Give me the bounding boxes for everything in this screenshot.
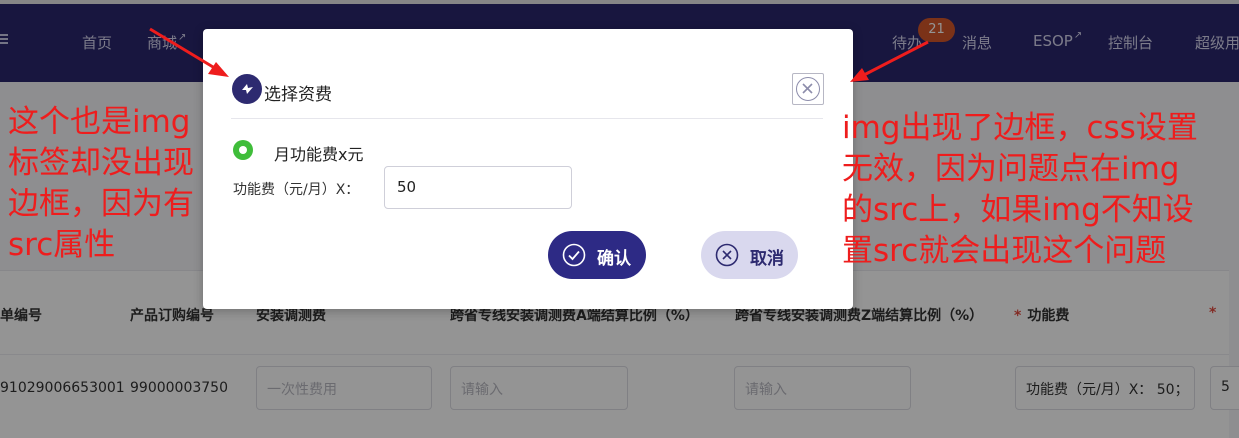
annotation-arrows — [149, 27, 929, 82]
arrow-right-icon — [850, 40, 929, 82]
arrow-left-icon — [149, 27, 229, 77]
